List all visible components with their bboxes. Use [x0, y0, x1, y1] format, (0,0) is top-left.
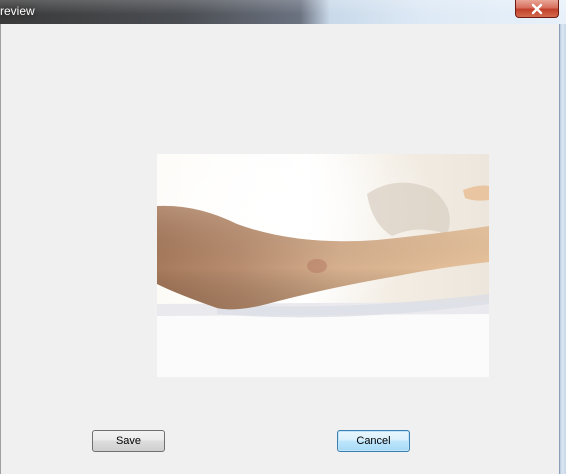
arm-photo — [157, 154, 489, 377]
cancel-button[interactable]: Cancel — [337, 430, 410, 452]
save-button[interactable]: Save — [92, 430, 165, 452]
preview-dialog: review Save Cancel — [0, 0, 566, 474]
title-bar[interactable]: review — [0, 0, 566, 24]
close-button[interactable] — [515, 0, 559, 18]
save-button-label: Save — [115, 435, 142, 447]
window-title: review — [0, 4, 35, 18]
close-icon — [531, 3, 543, 14]
cancel-button-label: Cancel — [356, 435, 391, 447]
preview-image — [157, 154, 489, 377]
window-frame-right — [559, 24, 566, 474]
title-bar-glass — [0, 0, 566, 24]
